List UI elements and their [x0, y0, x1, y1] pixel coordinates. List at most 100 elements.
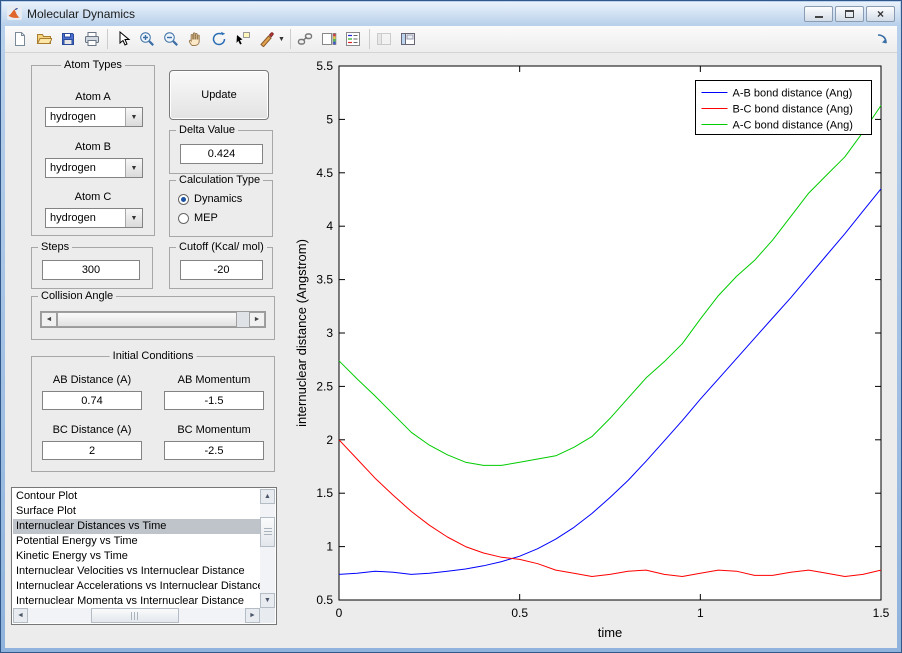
chevron-down-icon[interactable]: ▼ — [125, 108, 142, 126]
collision-angle-panel: Collision Angle ◄ ► — [31, 290, 275, 340]
plot-axes: 0 0.5 1 1.50.511.522.533.544.555.5timeinter… — [294, 59, 890, 640]
toolbar-separator — [107, 29, 108, 49]
scrollbar-thumb[interactable] — [91, 608, 179, 623]
list-item[interactable]: Internuclear Velocities vs Internuclear … — [13, 564, 260, 579]
list-item[interactable]: Internuclear Accelerations vs Internucle… — [13, 579, 260, 594]
list-item[interactable]: Contour Plot — [13, 489, 260, 504]
radio-icon — [178, 193, 189, 205]
dock-figure-button[interactable] — [870, 28, 893, 51]
scroll-left-icon[interactable]: ◄ — [13, 608, 28, 623]
chevron-down-icon[interactable]: ▼ — [125, 159, 142, 177]
y-tick-label: 5.5 — [316, 59, 333, 73]
minimize-icon — [814, 11, 823, 18]
plot-type-listbox: Contour Plot Surface Plot Internuclear Dis… — [11, 487, 277, 625]
slider-left-arrow-icon[interactable]: ◄ — [41, 312, 57, 327]
y-tick-label: 4.5 — [316, 166, 333, 180]
atom-b-dropdown[interactable]: hydrogen ▼ — [45, 158, 143, 178]
ab-momentum-label: AB Momentum — [177, 374, 251, 386]
hide-plot-tools-icon — [377, 33, 392, 45]
atom-c-dropdown[interactable]: hydrogen ▼ — [45, 208, 143, 228]
zoom-out-button[interactable] — [159, 28, 182, 51]
ab-distance-input[interactable] — [42, 391, 142, 410]
steps-input[interactable] — [42, 260, 140, 280]
cutoff-input[interactable] — [180, 260, 263, 280]
open-file-button[interactable] — [32, 28, 55, 51]
print-figure-icon — [84, 32, 99, 46]
scroll-up-icon[interactable]: ▲ — [260, 489, 275, 504]
insert-legend-button[interactable] — [342, 28, 365, 51]
minimize-button[interactable] — [804, 6, 833, 22]
ab-momentum-input[interactable] — [164, 391, 264, 410]
zoom-in-button[interactable] — [135, 28, 158, 51]
link-plot-button[interactable] — [294, 28, 317, 51]
print-figure-button[interactable] — [80, 28, 103, 51]
bc-momentum-input[interactable] — [164, 441, 264, 460]
toolbar: ▼ — [5, 26, 897, 53]
bc-momentum-label: BC Momentum — [177, 424, 251, 436]
bc-distance-label: BC Distance (A) — [52, 424, 132, 436]
x-tick-label: 1 — [697, 606, 704, 620]
list-item[interactable]: Potential Energy vs Time — [13, 534, 260, 549]
new-figure-icon — [14, 32, 25, 46]
list-item[interactable]: Kinetic Energy vs Time — [13, 549, 260, 564]
ab-distance-label: AB Distance (A) — [52, 374, 132, 386]
y-tick-label: 1 — [326, 540, 333, 554]
scroll-right-icon[interactable]: ► — [245, 608, 260, 623]
close-button[interactable]: × — [866, 6, 895, 22]
brush-dropdown-arrow-icon[interactable]: ▼ — [278, 36, 285, 43]
atom-types-title: Atom Types — [61, 59, 125, 71]
window-controls: × — [804, 6, 895, 22]
horizontal-scrollbar[interactable]: ◄ ► — [13, 608, 260, 623]
rotate-3d-button[interactable] — [207, 28, 230, 51]
collision-angle-title: Collision Angle — [38, 290, 117, 302]
list-item[interactable]: Internuclear Momenta vs Internuclear Dis… — [13, 594, 260, 608]
delta-value-input[interactable] — [180, 144, 263, 164]
scrollbar-thumb[interactable] — [260, 517, 275, 547]
list-items: Contour Plot Surface Plot Internuclear Dis… — [13, 489, 260, 608]
data-cursor-button[interactable] — [231, 28, 254, 51]
save-figure-button[interactable] — [56, 28, 79, 51]
chevron-down-icon[interactable]: ▼ — [125, 209, 142, 227]
slider-right-arrow-icon[interactable]: ► — [249, 312, 265, 327]
atom-c-label: Atom C — [74, 191, 112, 203]
y-tick-label: 2.5 — [316, 379, 333, 393]
initial-conditions-title: Initial Conditions — [109, 350, 197, 362]
axes-box — [338, 65, 882, 601]
maximize-button[interactable] — [835, 6, 864, 22]
update-button[interactable]: Update — [169, 70, 269, 120]
radio-dynamics[interactable]: Dynamics — [178, 193, 242, 205]
atom-a-dropdown[interactable]: hydrogen ▼ — [45, 107, 143, 127]
edit-plot-button[interactable] — [111, 28, 134, 51]
matlab-icon — [7, 5, 22, 23]
radio-mep[interactable]: MEP — [178, 212, 218, 224]
zoom-in-icon — [139, 32, 154, 46]
legend-label: B-C bond distance (Ang) — [733, 104, 853, 116]
atom-b-label: Atom B — [74, 141, 112, 153]
atom-types-panel: Atom Types Atom A hydrogen ▼ Atom B hydr… — [31, 59, 155, 236]
pan-button[interactable] — [183, 28, 206, 51]
new-figure-button[interactable] — [8, 28, 31, 51]
x-tick-label: 0 — [336, 606, 343, 620]
collision-angle-slider[interactable]: ◄ ► — [40, 311, 266, 328]
steps-title: Steps — [38, 241, 73, 253]
bc-distance-input[interactable] — [42, 441, 142, 460]
vertical-scrollbar[interactable]: ▲ ▼ — [260, 489, 275, 608]
x-tick-label: 0.5 — [511, 606, 528, 620]
toolbar-separator — [368, 29, 370, 49]
y-tick-label: 1.5 — [316, 486, 333, 500]
titlebar: Molecular Dynamics × — [2, 2, 900, 26]
scroll-down-icon[interactable]: ▼ — [260, 593, 275, 608]
cutoff-panel: Cutoff (Kcal/ mol) — [169, 241, 273, 289]
delta-value-title: Delta Value — [176, 124, 239, 136]
maximize-icon — [845, 10, 854, 18]
insert-colorbar-button[interactable] — [318, 28, 341, 51]
insert-colorbar-icon — [322, 33, 337, 45]
slider-thumb[interactable] — [57, 312, 237, 327]
client-area: ▼ Atom Types Atom A hydrogen ▼ Atom B hy… — [5, 26, 897, 648]
atom-a-value: hydrogen — [50, 111, 96, 123]
hide-plot-tools-button — [373, 28, 396, 51]
brush-button[interactable] — [255, 28, 278, 51]
show-plot-tools-button[interactable] — [397, 28, 420, 51]
list-item[interactable]: Surface Plot — [13, 504, 260, 519]
list-item[interactable]: Internuclear Distances vs Time — [13, 519, 260, 534]
